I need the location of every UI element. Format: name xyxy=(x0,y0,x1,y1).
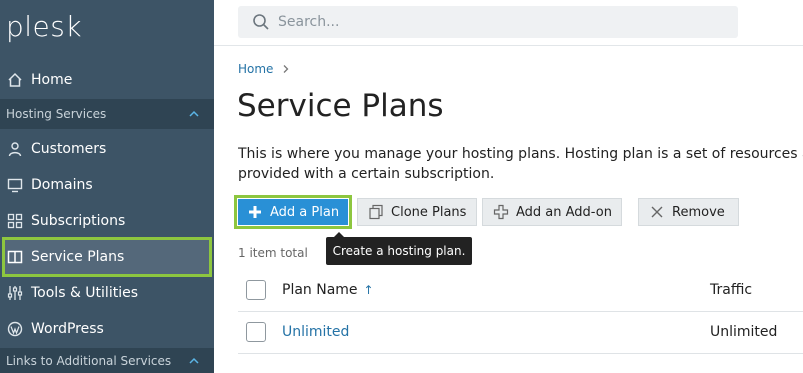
remove-button[interactable]: Remove xyxy=(638,198,739,226)
sidebar-item-label: Service Plans xyxy=(31,249,125,265)
chevron-up-icon xyxy=(189,357,199,364)
table-header: Plan Name ↑ Traffic xyxy=(238,272,803,312)
clone-icon xyxy=(369,204,383,220)
sidebar-item-label: Subscriptions xyxy=(31,213,126,229)
search-placeholder: Search... xyxy=(278,14,340,30)
breadcrumb-home-link[interactable]: Home xyxy=(238,62,273,76)
add-plan-button[interactable]: Add a Plan xyxy=(238,199,348,225)
button-label: Clone Plans xyxy=(391,204,467,220)
sliders-icon xyxy=(7,285,23,301)
plus-outline-icon xyxy=(493,204,509,220)
book-icon xyxy=(7,249,23,265)
sidebar-section-links-additional[interactable]: Links to Additional Services xyxy=(0,348,214,373)
sidebar-item-home[interactable]: Home xyxy=(0,62,214,98)
sort-ascending-icon: ↑ xyxy=(363,283,374,297)
sidebar-item-label: WordPress xyxy=(31,321,104,337)
section-label: Hosting Services xyxy=(6,107,107,121)
button-label: Add a Plan xyxy=(270,204,340,220)
chevron-right-icon xyxy=(283,65,289,73)
sidebar-section-hosting-services[interactable]: Hosting Services xyxy=(0,99,214,129)
sidebar-item-wordpress[interactable]: WordPress xyxy=(0,311,214,347)
grid-icon xyxy=(7,213,23,229)
top-bar: Search... xyxy=(214,0,803,46)
search-input[interactable]: Search... xyxy=(238,6,738,38)
plan-name-link[interactable]: Unlimited xyxy=(282,324,349,340)
sidebar-item-label: Domains xyxy=(31,177,93,193)
sidebar-item-label: Customers xyxy=(31,141,107,157)
sidebar-item-tools-utilities[interactable]: Tools & Utilities xyxy=(0,275,214,311)
sidebar-item-service-plans[interactable]: Service Plans xyxy=(2,237,212,277)
column-header-plan-name[interactable]: Plan Name ↑ xyxy=(282,282,374,298)
tooltip: Create a hosting plan. xyxy=(326,232,472,265)
select-all-checkbox[interactable] xyxy=(246,280,266,300)
plus-icon xyxy=(249,206,261,218)
sidebar-item-label: Home xyxy=(31,72,73,88)
remove-icon xyxy=(651,206,663,218)
page-description: This is where you manage your hosting pl… xyxy=(238,144,803,184)
monitor-icon xyxy=(7,177,23,193)
button-label: Remove xyxy=(672,204,725,220)
sidebar: plesk Home Hosting Services Customers Do… xyxy=(0,0,214,373)
button-label: Add an Add-on xyxy=(516,204,612,220)
add-addon-button[interactable]: Add an Add-on xyxy=(482,198,622,226)
description-line: provided with a certain subscription. xyxy=(238,166,495,182)
table-row: Unlimited Unlimited xyxy=(238,312,803,354)
description-line: This is where you manage your hosting pl… xyxy=(238,146,803,162)
home-icon xyxy=(7,72,23,88)
column-header-traffic[interactable]: Traffic xyxy=(710,282,752,298)
section-label: Links to Additional Services xyxy=(6,353,172,368)
page-title: Service Plans xyxy=(237,88,444,124)
user-icon xyxy=(7,141,23,157)
sidebar-item-domains[interactable]: Domains xyxy=(0,167,214,203)
column-label: Plan Name xyxy=(282,282,358,298)
wordpress-icon xyxy=(7,321,23,337)
breadcrumb: Home xyxy=(238,62,291,76)
sidebar-item-subscriptions[interactable]: Subscriptions xyxy=(0,203,214,239)
search-icon xyxy=(253,14,269,30)
chevron-up-icon xyxy=(189,110,199,117)
row-checkbox[interactable] xyxy=(246,322,266,342)
plan-traffic-value: Unlimited xyxy=(710,324,778,340)
items-total: 1 item total xyxy=(238,246,308,260)
sidebar-item-label: Tools & Utilities xyxy=(31,285,138,301)
plesk-logo[interactable]: plesk xyxy=(6,10,82,43)
clone-plans-button[interactable]: Clone Plans xyxy=(357,198,477,226)
sidebar-item-customers[interactable]: Customers xyxy=(0,131,214,167)
